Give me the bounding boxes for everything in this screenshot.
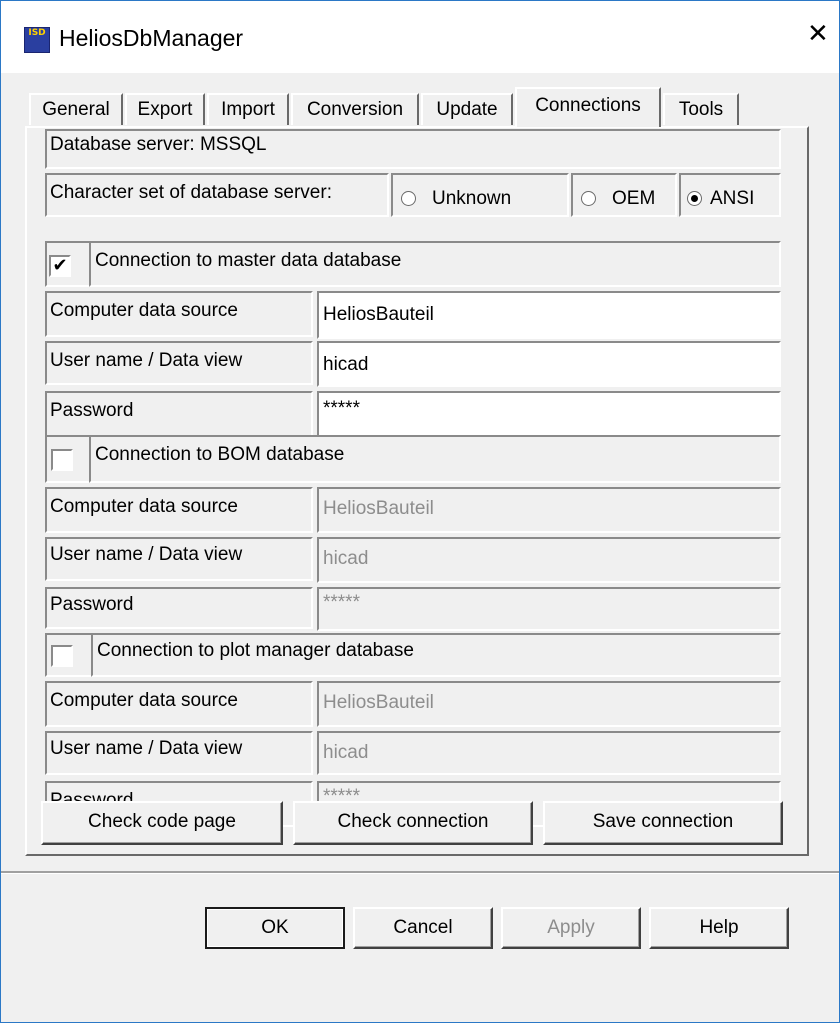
tab-connections[interactable]: Connections — [515, 87, 661, 127]
cancel-button[interactable]: Cancel — [353, 907, 493, 949]
app-icon: ISD — [24, 27, 50, 53]
close-icon[interactable]: ✕ — [807, 21, 829, 47]
help-button[interactable]: Help — [649, 907, 789, 949]
footer-separator — [1, 871, 839, 874]
tab-tools[interactable]: Tools — [663, 93, 739, 125]
connections-panel — [25, 126, 809, 856]
tab-update[interactable]: Update — [421, 93, 513, 125]
ok-button[interactable]: OK — [205, 907, 345, 949]
tab-general[interactable]: General — [29, 93, 123, 125]
window-title: HeliosDbManager — [59, 25, 244, 51]
apply-button[interactable]: Apply — [501, 907, 641, 949]
tab-strip: General Export Import Conversion Update … — [1, 87, 839, 127]
tab-conversion[interactable]: Conversion — [291, 93, 419, 125]
title-bar: ISD HeliosDbManager ✕ — [1, 1, 839, 73]
dialog-window: ISD HeliosDbManager ✕ General Export Imp… — [0, 0, 840, 1023]
tab-import[interactable]: Import — [207, 93, 289, 125]
tab-export[interactable]: Export — [125, 93, 205, 125]
